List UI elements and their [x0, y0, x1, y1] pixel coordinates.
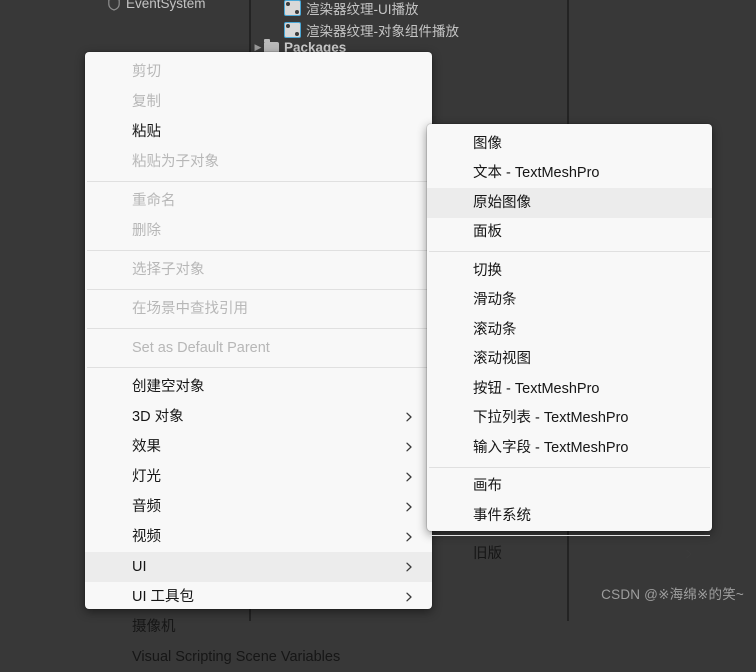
menu-separator — [87, 181, 430, 182]
menu-item[interactable]: 滑动条 — [427, 286, 712, 316]
menu-separator — [87, 367, 430, 368]
gameobject-context-menu[interactable]: 剪切复制粘贴粘贴为子对象 重命名删除选择子对象在场景中查找引用 Set as Def… — [85, 52, 432, 664]
menu-item[interactable]: 3D 对象 — [85, 402, 432, 432]
menu-item[interactable]: 粘贴 — [85, 117, 432, 147]
menu-item-label: Set as Default Parent — [132, 339, 270, 356]
menu-item-label: 图像 — [473, 135, 502, 152]
menu-item: 在场景中查找引用 — [85, 294, 432, 324]
menu-item-label: 切换 — [473, 262, 502, 279]
menu-item[interactable]: 按钮 - TextMeshPro — [427, 374, 712, 404]
menu-item-label: 效果 — [132, 438, 161, 455]
chevron-right-icon — [404, 502, 414, 512]
menu-item[interactable]: 滚动视图 — [427, 345, 712, 375]
chevron-right-icon — [404, 412, 414, 422]
menu-item-label: 事件系统 — [473, 507, 531, 524]
menu-item-label: 3D 对象 — [132, 408, 184, 425]
menu-item[interactable]: 音频 — [85, 492, 432, 522]
hierarchy-row[interactable]: 渲染器纹理-对象组件播放 — [284, 20, 459, 40]
menu-separator — [429, 466, 710, 468]
menu-item[interactable]: 图像 — [427, 129, 712, 159]
menu-item: Set as Default Parent — [85, 333, 432, 363]
chevron-right-icon — [684, 549, 694, 559]
menu-item: 复制 — [85, 87, 432, 117]
prefab-icon — [284, 0, 301, 16]
menu-item-label: Visual Scripting Scene Variables — [132, 648, 341, 665]
menu-item-label: 画布 — [473, 478, 502, 494]
menu-item[interactable]: 输入字段 - TextMeshPro — [427, 433, 712, 463]
menu-item-label: 输入字段 - TextMeshPro — [473, 439, 629, 456]
menu-item-label: 选择子对象 — [132, 261, 205, 278]
menu-item-label: 重命名 — [132, 192, 176, 209]
menu-item[interactable]: 事件系统 — [427, 501, 712, 531]
chevron-right-icon — [404, 442, 414, 452]
menu-item-label: 滚动条 — [473, 321, 517, 338]
chevron-right-icon — [404, 472, 414, 482]
menu-item-label: 粘贴为子对象 — [132, 153, 219, 170]
ui-submenu[interactable]: 图像文本 - TextMeshPro 原始图像面板切换滑动条滚动条滚动视图按钮 -… — [427, 124, 712, 561]
menu-item: 粘贴为子对象 — [85, 147, 432, 177]
menu-item-label: 旧版 — [473, 546, 502, 562]
menu-item[interactable]: Visual Scripting Scene Variables — [85, 642, 432, 672]
menu-item-label: 面板 — [473, 224, 502, 240]
chevron-right-icon — [404, 592, 414, 602]
menu-item-label: UI 工具包 — [132, 588, 195, 605]
menu-separator — [429, 534, 710, 536]
hierarchy-row-label: 渲染器纹理-对象组件播放 — [306, 24, 459, 39]
watermark-text: CSDN @※海绵※的笑~ — [601, 587, 744, 602]
menu-item-label: 滑动条 — [473, 292, 517, 308]
menu-item-label: 下拉列表 - TextMeshPro — [473, 410, 629, 426]
menu-item[interactable]: 摄像机 — [85, 612, 432, 642]
menu-item[interactable]: 视频 — [85, 522, 432, 552]
menu-item: 选择子对象 — [85, 255, 432, 285]
menu-item[interactable]: 下拉列表 - TextMeshPro — [427, 404, 712, 434]
menu-item-label: 原始图像 — [473, 194, 531, 211]
menu-item[interactable]: 切换 — [427, 256, 712, 286]
menu-separator — [87, 289, 430, 290]
menu-item[interactable]: 滚动条 — [427, 315, 712, 345]
menu-separator — [87, 250, 430, 251]
menu-item[interactable]: 面板 — [427, 218, 712, 248]
hierarchy-row-label: EventSystem — [126, 0, 206, 11]
menu-item-label: 剪切 — [132, 63, 161, 80]
prefab-icon — [284, 22, 301, 38]
menu-item: 删除 — [85, 216, 432, 246]
chevron-right-icon — [404, 532, 414, 542]
menu-item[interactable]: 文本 - TextMeshPro — [427, 159, 712, 189]
menu-item: 剪切 — [85, 57, 432, 87]
menu-item[interactable]: 效果 — [85, 432, 432, 462]
menu-item-label: 音频 — [132, 498, 161, 515]
hierarchy-row-label: 渲染器纹理-UI播放 — [306, 2, 419, 17]
menu-item[interactable]: UI 工具包 — [85, 582, 432, 612]
menu-item[interactable]: 画布 — [427, 472, 712, 502]
menu-item-label: 按钮 - TextMeshPro — [473, 380, 600, 397]
menu-separator — [87, 328, 430, 329]
menu-item-label: 文本 - TextMeshPro — [473, 165, 600, 181]
menu-item: 重命名 — [85, 186, 432, 216]
hierarchy-row[interactable]: EventSystem — [107, 0, 206, 11]
chevron-right-icon — [404, 562, 414, 572]
menu-item-label: 在场景中查找引用 — [132, 300, 248, 317]
menu-item[interactable]: 原始图像 — [427, 188, 712, 218]
menu-item-label: 粘贴 — [132, 123, 161, 140]
menu-item[interactable]: UI — [85, 552, 432, 582]
hierarchy-row[interactable]: 渲染器纹理-UI播放 — [284, 0, 419, 18]
menu-item[interactable]: 创建空对象 — [85, 372, 432, 402]
menu-item-label: 创建空对象 — [132, 378, 205, 395]
menu-item-label: 视频 — [132, 528, 161, 545]
menu-item[interactable]: 灯光 — [85, 462, 432, 492]
shield-icon — [107, 0, 121, 11]
menu-item-label: 删除 — [132, 222, 161, 239]
menu-item-label: 摄像机 — [132, 618, 176, 635]
menu-item-label: UI — [132, 558, 147, 575]
menu-separator — [429, 251, 710, 252]
menu-item-label: 复制 — [132, 93, 161, 110]
menu-item-label: 灯光 — [132, 468, 161, 485]
menu-item-label: 滚动视图 — [473, 351, 531, 367]
menu-item[interactable]: 旧版 — [427, 540, 712, 570]
